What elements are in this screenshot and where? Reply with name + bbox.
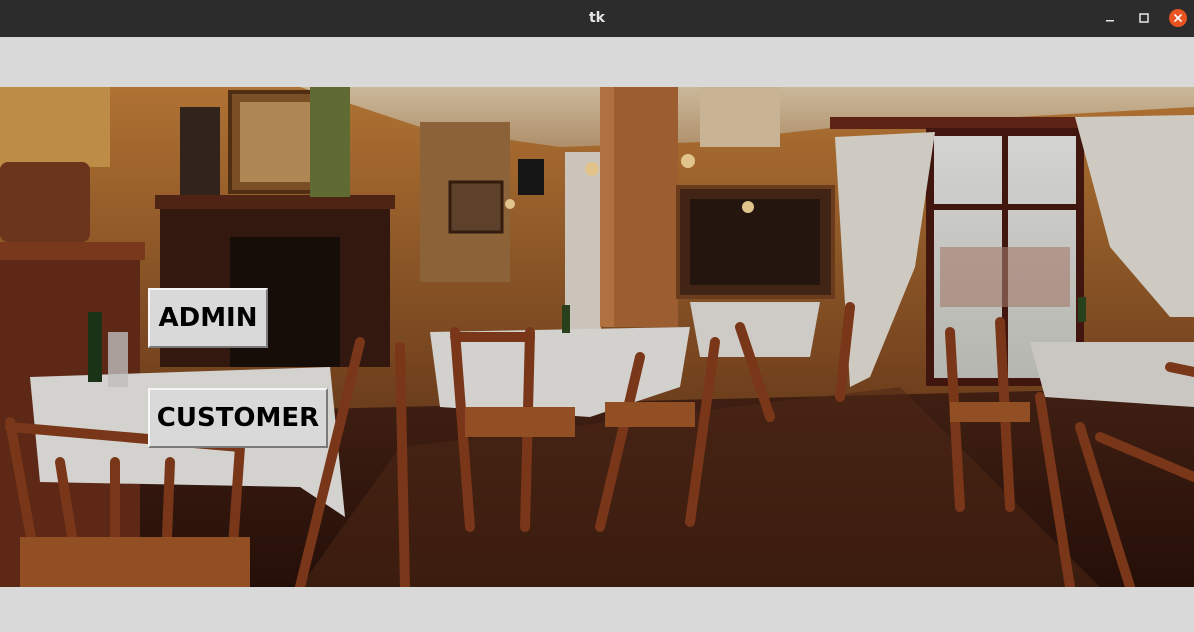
admin-button[interactable]: ADMIN: [148, 288, 268, 348]
customer-button[interactable]: CUSTOMER: [148, 388, 328, 448]
maximize-button[interactable]: [1135, 9, 1153, 27]
close-icon: [1169, 9, 1187, 27]
minimize-button[interactable]: [1101, 9, 1119, 27]
close-button[interactable]: [1169, 9, 1187, 27]
window-title: tk: [588, 10, 605, 26]
window-titlebar[interactable]: tk: [0, 0, 1194, 37]
maximize-icon: [1139, 13, 1149, 23]
minimize-icon: [1106, 20, 1114, 22]
